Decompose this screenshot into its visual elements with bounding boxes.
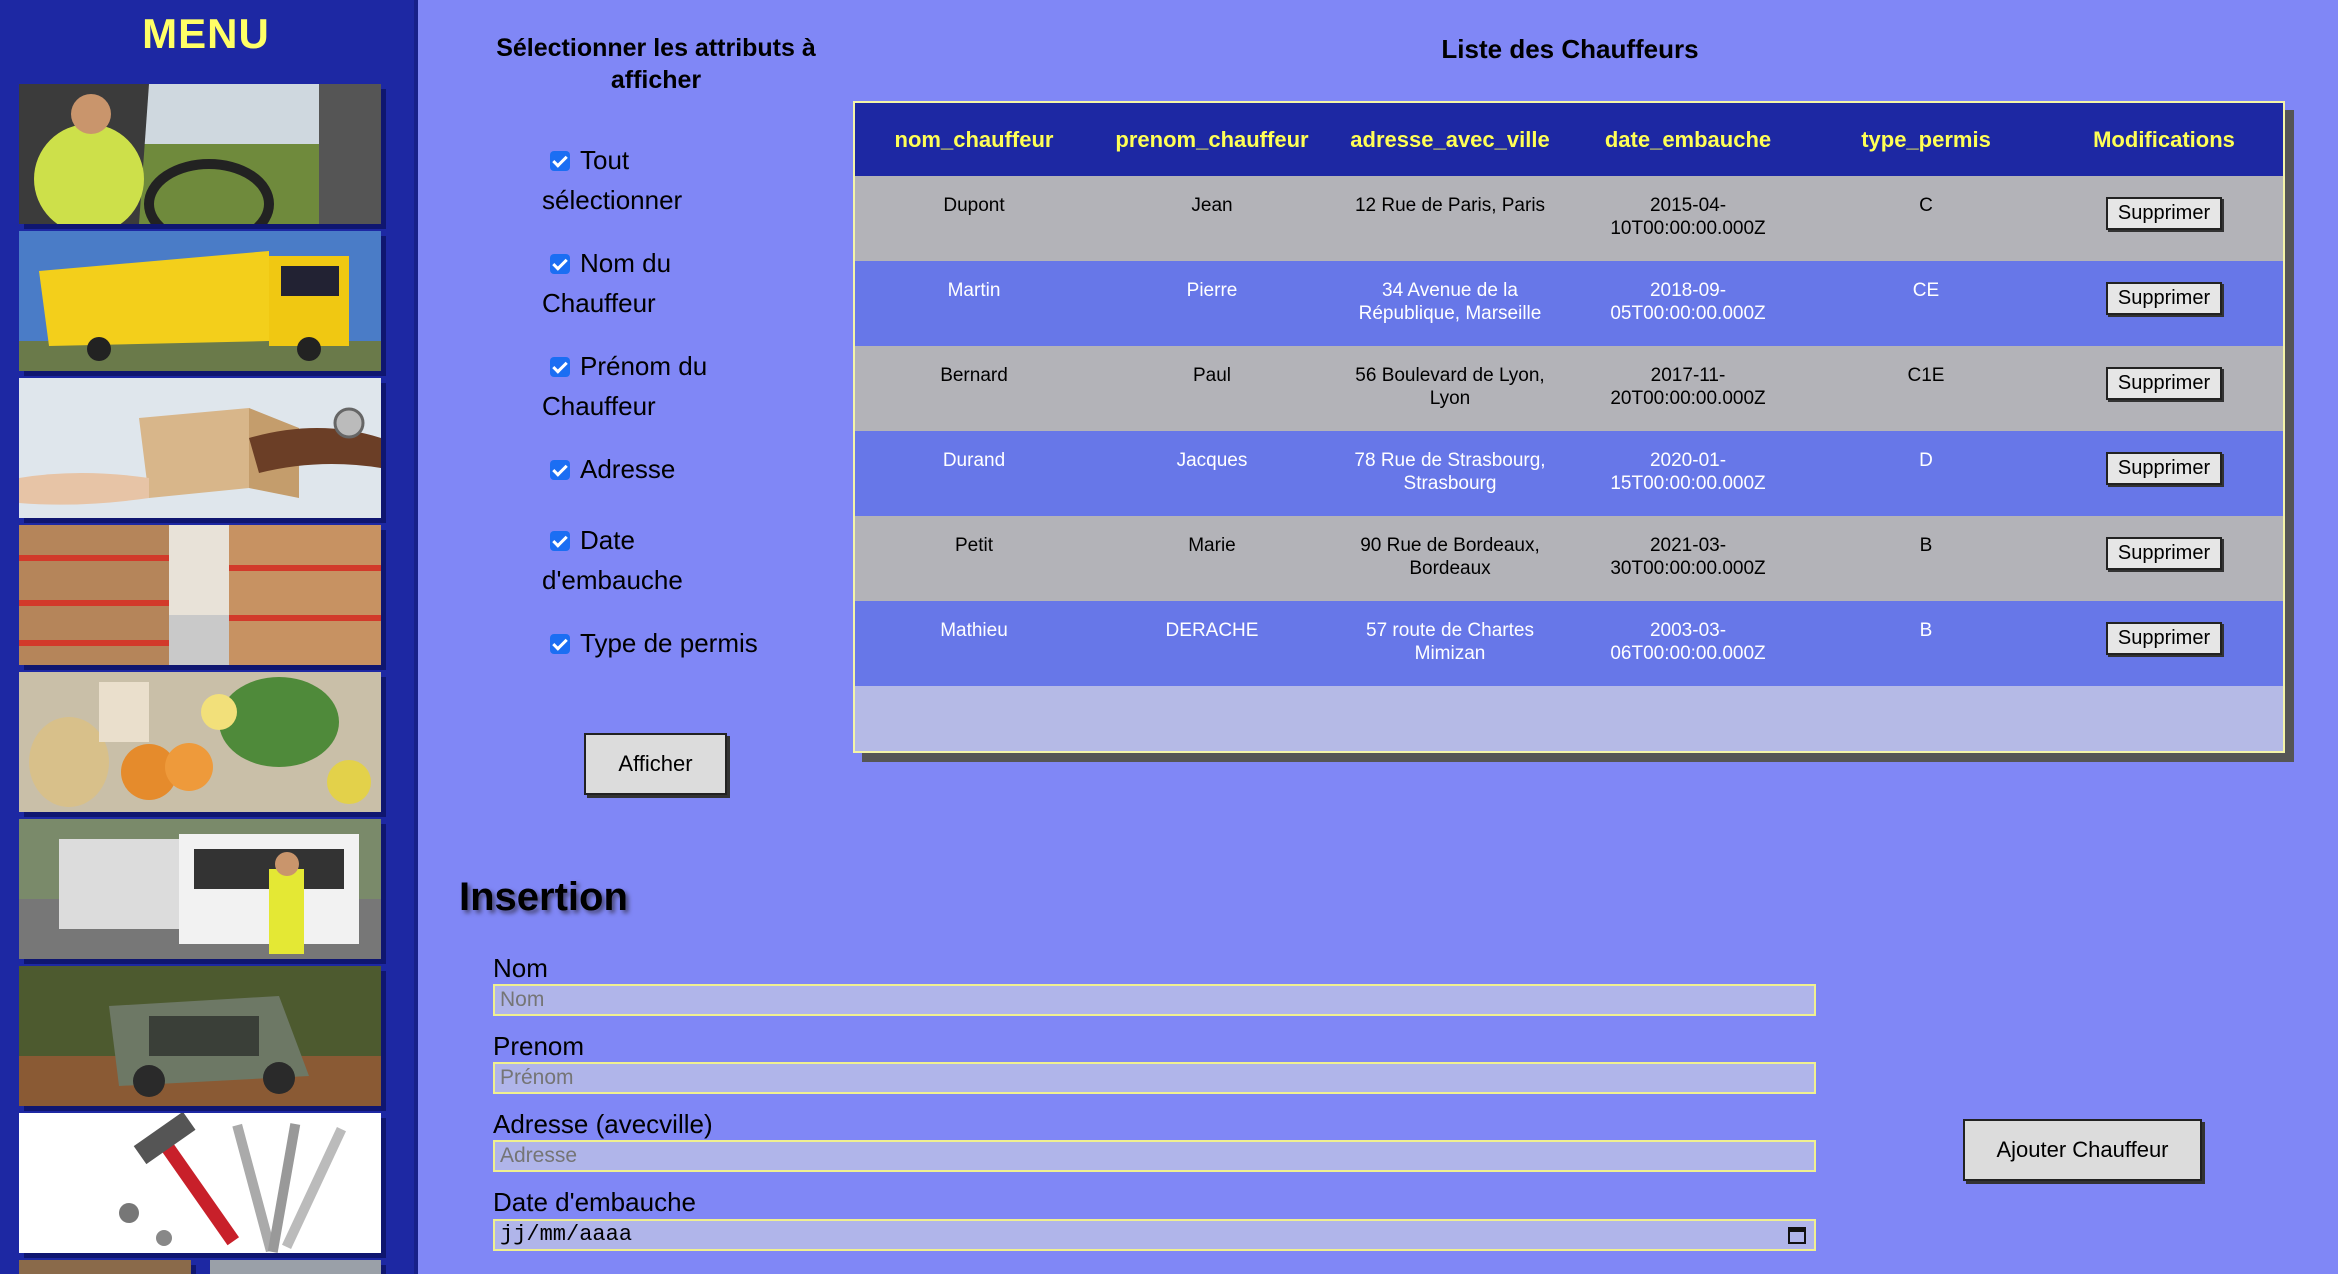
column-header-date: date_embauche (1569, 103, 1807, 176)
yellow-truck-image[interactable] (19, 231, 381, 371)
cell-adresse: 34 Avenue de la République, Marseille (1331, 261, 1569, 346)
nom-label: Nom (493, 953, 548, 983)
column-header-modifications: Modifications (2045, 103, 2283, 176)
afficher-button[interactable]: Afficher (584, 733, 727, 795)
table-row: Durand Jacques 78 Rue de Strasbourg, Str… (855, 431, 2283, 516)
cell-nom: Martin (855, 261, 1093, 346)
cell-prenom: Marie (1093, 516, 1331, 601)
cell-nom: Bernard (855, 346, 1093, 431)
cell-date: 2003-03-06T00:00:00.000Z (1569, 601, 1807, 686)
table-row: Mathieu DERACHE 57 route de Chartes Mimi… (855, 601, 2283, 686)
column-header-nom: nom_chauffeur (855, 103, 1093, 176)
cell-modifications: Supprimer (2045, 431, 2283, 516)
cell-modifications: Supprimer (2045, 516, 2283, 601)
attributes-title: Sélectionner les attributs à afficher (496, 34, 816, 94)
cell-modifications: Supprimer (2045, 601, 2283, 686)
cell-permis: C1E (1807, 346, 2045, 431)
cell-prenom: Paul (1093, 346, 1331, 431)
chauffeurs-table: nom_chauffeur prenom_chauffeur adresse_a… (853, 101, 2285, 753)
table-row: Bernard Paul 56 Boulevard de Lyon, Lyon … (855, 346, 2283, 431)
produce-image[interactable] (19, 672, 381, 812)
cell-date: 2021-03-30T00:00:00.000Z (1569, 516, 1807, 601)
checkbox-permis[interactable]: Type de permis (542, 623, 772, 663)
checkbox-adresse[interactable]: Adresse (542, 449, 772, 489)
supprimer-button[interactable]: Supprimer (2105, 282, 2223, 315)
column-header-prenom: prenom_chauffeur (1093, 103, 1331, 176)
checkbox-checked-icon[interactable] (550, 151, 570, 171)
supprimer-button[interactable]: Supprimer (2105, 197, 2223, 230)
table-header-row: nom_chauffeur prenom_chauffeur adresse_a… (855, 103, 2283, 176)
checkbox-checked-icon[interactable] (550, 531, 570, 551)
supprimer-button[interactable]: Supprimer (2105, 367, 2223, 400)
menu-title: MENU (142, 10, 270, 57)
cell-adresse: 57 route de Chartes Mimizan (1331, 601, 1569, 686)
checkbox-date[interactable]: Date d'embauche (542, 520, 772, 600)
cell-adresse: 90 Rue de Bordeaux, Bordeaux (1331, 516, 1569, 601)
cell-date: 2018-09-05T00:00:00.000Z (1569, 261, 1807, 346)
checkbox-nom[interactable]: Nom du Chauffeur (542, 243, 772, 323)
checkbox-checked-icon[interactable] (550, 634, 570, 654)
checkbox-label: Adresse (580, 454, 676, 484)
adresse-input[interactable] (493, 1140, 1816, 1172)
supprimer-button[interactable]: Supprimer (2105, 452, 2223, 485)
warehouse-image[interactable] (19, 525, 381, 665)
cell-prenom: Jean (1093, 176, 1331, 261)
menu-image-partial-1[interactable] (19, 1260, 191, 1274)
calendar-icon[interactable] (1788, 1227, 1806, 1244)
cell-prenom: Jacques (1093, 431, 1331, 516)
tools-image[interactable] (19, 1113, 381, 1253)
cell-adresse: 12 Rue de Paris, Paris (1331, 176, 1569, 261)
police-truck-image[interactable] (19, 819, 381, 959)
cell-modifications: Supprimer (2045, 261, 2283, 346)
cell-date: 2017-11-20T00:00:00.000Z (1569, 346, 1807, 431)
cell-permis: C (1807, 176, 2045, 261)
column-header-permis: type_permis (1807, 103, 2045, 176)
cell-nom: Petit (855, 516, 1093, 601)
sidebar-menu: MENU (0, 0, 418, 1274)
cell-prenom: Pierre (1093, 261, 1331, 346)
cell-permis: CE (1807, 261, 2045, 346)
supprimer-button[interactable]: Supprimer (2105, 622, 2223, 655)
parcel-delivery-image[interactable] (19, 378, 381, 518)
adresse-label: Adresse (avecville) (493, 1109, 713, 1139)
cell-adresse: 78 Rue de Strasbourg, Strasbourg (1331, 431, 1569, 516)
checkbox-checked-icon[interactable] (550, 357, 570, 377)
table-row: Dupont Jean 12 Rue de Paris, Paris 2015-… (855, 176, 2283, 261)
menu-image-partial-2[interactable] (210, 1260, 381, 1274)
insertion-title: Insertion (459, 875, 628, 919)
cell-adresse: 56 Boulevard de Lyon, Lyon (1331, 346, 1569, 431)
table-title: Liste des Chauffeurs (1441, 34, 1699, 64)
cell-permis: B (1807, 601, 2045, 686)
date-input[interactable]: jj/mm/aaaa (493, 1219, 1816, 1251)
table-row: Martin Pierre 34 Avenue de la République… (855, 261, 2283, 346)
checkbox-select-all[interactable]: Tout sélectionner (542, 140, 772, 220)
cell-nom: Dupont (855, 176, 1093, 261)
truck-driver-image[interactable] (19, 84, 381, 224)
cell-date: 2020-01-15T00:00:00.000Z (1569, 431, 1807, 516)
column-header-adresse: adresse_avec_ville (1331, 103, 1569, 176)
cell-modifications: Supprimer (2045, 346, 2283, 431)
cell-nom: Durand (855, 431, 1093, 516)
cell-prenom: DERACHE (1093, 601, 1331, 686)
checkbox-prenom[interactable]: Prénom du Chauffeur (542, 346, 772, 426)
prenom-label: Prenom (493, 1031, 585, 1061)
table-row: Petit Marie 90 Rue de Bordeaux, Bordeaux… (855, 516, 2283, 601)
checkbox-checked-icon[interactable] (550, 254, 570, 274)
cell-permis: D (1807, 431, 2045, 516)
cell-modifications: Supprimer (2045, 176, 2283, 261)
ajouter-chauffeur-button[interactable]: Ajouter Chauffeur (1963, 1119, 2202, 1181)
checkbox-checked-icon[interactable] (550, 460, 570, 480)
date-label: Date d'embauche (493, 1187, 696, 1217)
checkbox-label: Type de permis (580, 628, 758, 658)
cell-permis: B (1807, 516, 2045, 601)
abandoned-truck-image[interactable] (19, 966, 381, 1106)
nom-input[interactable] (493, 984, 1816, 1016)
cell-nom: Mathieu (855, 601, 1093, 686)
date-input-value: jj/mm/aaaa (500, 1222, 633, 1247)
prenom-input[interactable] (493, 1062, 1816, 1094)
cell-date: 2015-04-10T00:00:00.000Z (1569, 176, 1807, 261)
supprimer-button[interactable]: Supprimer (2105, 537, 2223, 570)
